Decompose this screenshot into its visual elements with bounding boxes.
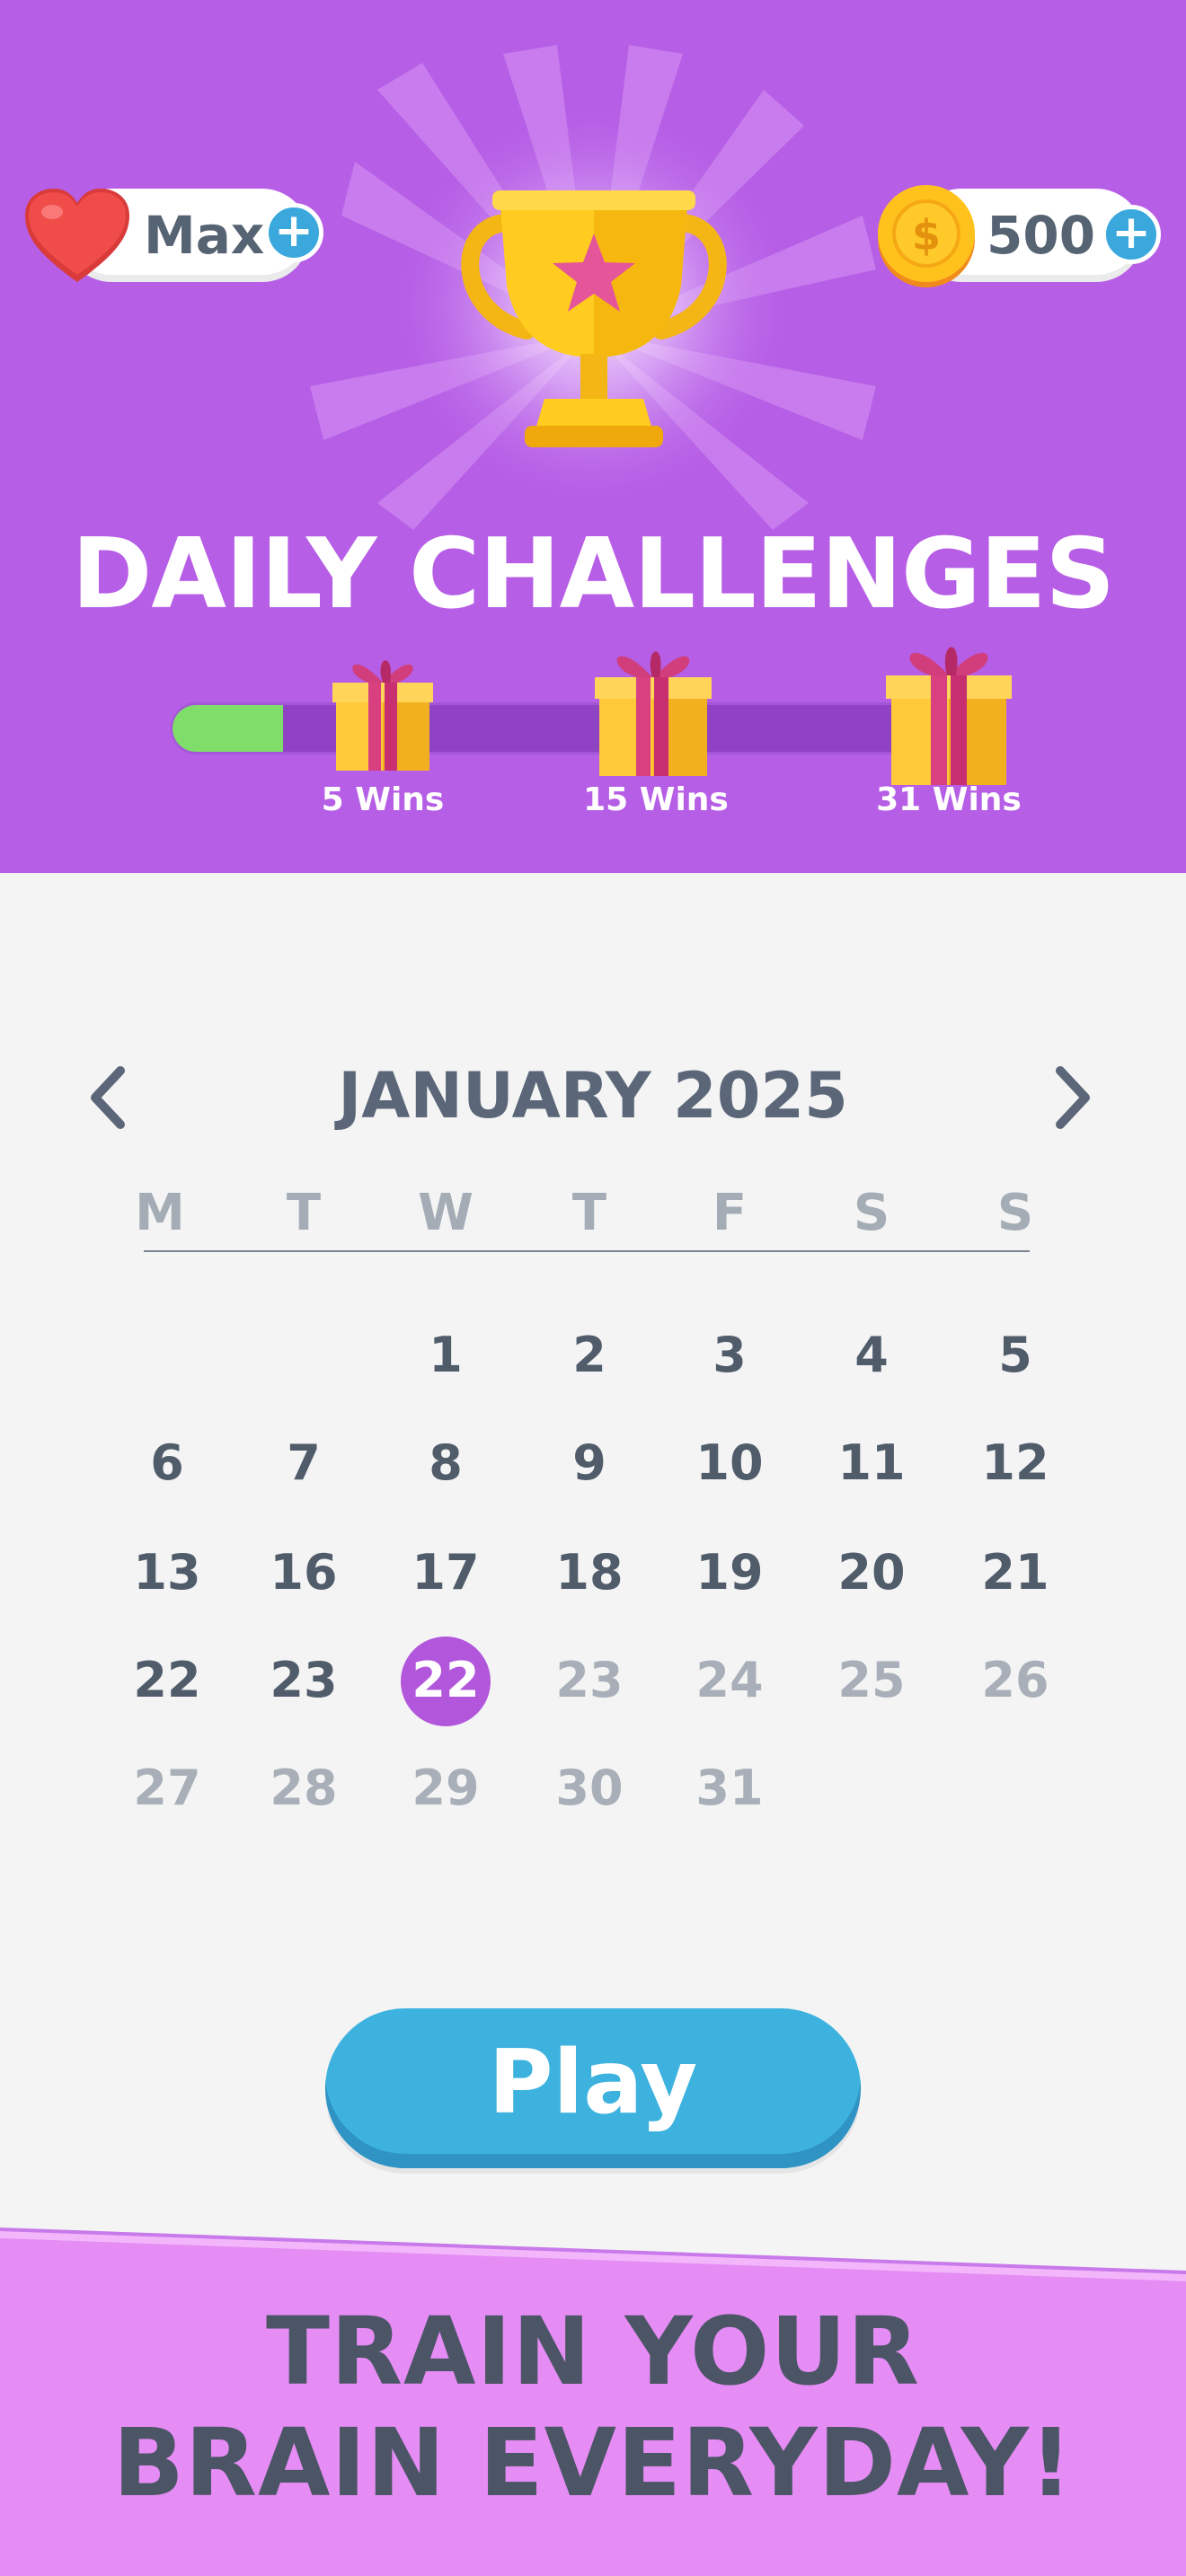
calendar-day[interactable]: 10 bbox=[676, 1423, 783, 1504]
weekday-label: T bbox=[286, 1184, 322, 1242]
calendar-day[interactable]: 17 bbox=[392, 1532, 500, 1613]
calendar-day[interactable]: 21 bbox=[961, 1532, 1069, 1613]
month-title: JANUARY 2025 bbox=[338, 1059, 848, 1133]
progress-fill bbox=[173, 705, 283, 752]
calendar-day[interactable]: 19 bbox=[676, 1532, 783, 1613]
gift-icon[interactable] bbox=[595, 625, 712, 778]
add-lives-button[interactable]: + bbox=[264, 203, 323, 262]
calendar-day[interactable]: 1 bbox=[392, 1315, 500, 1396]
calendar-day[interactable]: 2 bbox=[535, 1315, 643, 1396]
calendar-day[interactable]: 13 bbox=[113, 1532, 221, 1613]
play-button[interactable]: Play bbox=[325, 2008, 861, 2168]
calendar-day: 27 bbox=[133, 1760, 201, 1816]
weekday-label: S bbox=[853, 1184, 890, 1242]
page-title: DAILY CHALLENGES bbox=[71, 518, 1115, 631]
milestone-label: 31 Wins bbox=[876, 781, 1022, 818]
calendar-day: 29 bbox=[412, 1760, 480, 1816]
calendar-day[interactable]: 16 bbox=[250, 1532, 358, 1613]
calendar-day: 31 bbox=[695, 1760, 764, 1816]
calendar-day: 30 bbox=[555, 1760, 624, 1816]
calendar-day[interactable]: 3 bbox=[676, 1315, 783, 1396]
calendar-day[interactable]: 18 bbox=[535, 1532, 643, 1613]
calendar-day[interactable]: 7 bbox=[250, 1423, 358, 1504]
header-banner: Max + $ 500 + DAILY CHALLENGES 5 Wins 15… bbox=[0, 0, 1186, 873]
calendar-day[interactable]: 12 bbox=[961, 1423, 1069, 1504]
calendar-day: 26 bbox=[981, 1652, 1049, 1708]
weekday-label: S bbox=[996, 1184, 1034, 1242]
progress-track bbox=[171, 702, 961, 754]
coins-value: 500 bbox=[987, 205, 1096, 266]
calendar-day[interactable]: 20 bbox=[818, 1532, 925, 1613]
milestone-label: 15 Wins bbox=[583, 781, 729, 818]
calendar-day: 28 bbox=[270, 1760, 338, 1816]
footer-tagline-line2: BRAIN EVERYDAY! bbox=[112, 2408, 1074, 2518]
heart-icon bbox=[25, 189, 129, 282]
weekday-label: F bbox=[712, 1184, 748, 1242]
footer-tagline-line1: TRAIN YOUR bbox=[266, 2297, 920, 2406]
chevron-right-icon[interactable] bbox=[1033, 1062, 1105, 1134]
calendar-day[interactable]: 22 bbox=[113, 1640, 221, 1721]
lives-label: Max bbox=[144, 205, 265, 266]
calendar-day[interactable]: 5 bbox=[961, 1315, 1069, 1396]
calendar-day[interactable]: 8 bbox=[392, 1423, 500, 1504]
calendar-day[interactable]: 23 bbox=[250, 1640, 358, 1721]
calendar-day[interactable]: 9 bbox=[535, 1423, 643, 1504]
calendar-day[interactable]: 11 bbox=[818, 1423, 925, 1504]
gift-icon[interactable] bbox=[886, 620, 1012, 787]
weekday-label: M bbox=[135, 1184, 185, 1242]
weekday-label: T bbox=[571, 1184, 607, 1242]
calendar-day: 24 bbox=[695, 1652, 764, 1708]
trophy-icon bbox=[461, 190, 727, 447]
calendar-day[interactable]: 6 bbox=[113, 1423, 221, 1504]
coin-icon: $ bbox=[878, 185, 975, 287]
weekday-label: W bbox=[418, 1184, 474, 1242]
gift-icon[interactable] bbox=[332, 638, 433, 772]
calendar-day[interactable]: 4 bbox=[818, 1315, 925, 1396]
calendar-day: 23 bbox=[555, 1652, 624, 1708]
add-coins-button[interactable]: + bbox=[1102, 205, 1161, 264]
milestone-label: 5 Wins bbox=[321, 781, 445, 818]
calendar-day: 25 bbox=[837, 1652, 906, 1708]
svg-text:$: $ bbox=[912, 211, 941, 260]
calendar-day-selected[interactable]: 22 bbox=[392, 1640, 500, 1721]
weekday-divider bbox=[144, 1250, 1030, 1252]
